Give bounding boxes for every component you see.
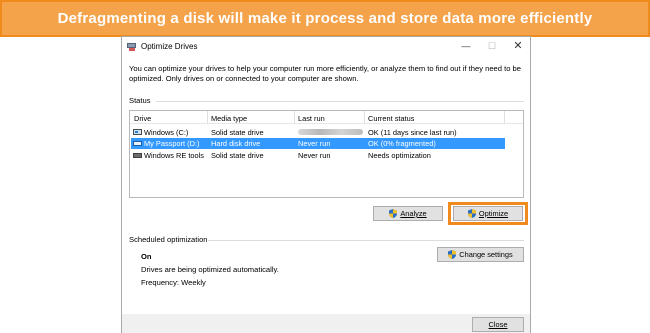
change-settings-label: Change settings xyxy=(459,250,513,259)
schedule-description: Drives are being optimized automatically… xyxy=(141,265,279,274)
minimize-button[interactable]: — xyxy=(458,39,474,53)
shield-icon xyxy=(448,250,457,259)
maximize-button[interactable]: ☐ xyxy=(484,39,500,53)
hard-drive-icon xyxy=(133,153,142,158)
drive-media: Solid state drive xyxy=(211,151,264,160)
intro-text: You can optimize your drives to help you… xyxy=(129,64,521,83)
optimize-drives-icon xyxy=(127,43,136,51)
drive-row[interactable]: Windows RE tools Solid state drive Never… xyxy=(131,150,505,161)
shield-icon xyxy=(467,209,476,218)
analyze-button[interactable]: Analyze xyxy=(373,206,443,221)
close-window-button[interactable]: ✕ xyxy=(510,39,526,53)
schedule-frequency: Frequency: Weekly xyxy=(141,278,206,287)
hard-drive-icon xyxy=(133,141,142,146)
callout-banner: Defragmenting a disk will make it proces… xyxy=(0,0,650,37)
analyze-label: Analyze xyxy=(400,209,427,218)
drive-name: Windows (C:) xyxy=(144,128,189,137)
drive-media: Hard disk drive xyxy=(211,139,261,148)
drives-list-header: Drive Media type Last run Current status xyxy=(130,111,523,124)
os-drive-icon xyxy=(133,129,142,135)
last-run-redacted xyxy=(298,129,363,135)
column-current-status[interactable]: Current status xyxy=(368,114,414,123)
column-media-type[interactable]: Media type xyxy=(211,114,247,123)
scheduled-label: Scheduled optimization xyxy=(129,235,208,244)
column-divider xyxy=(504,111,505,124)
drive-last-run: Never run xyxy=(298,139,331,148)
column-divider xyxy=(207,111,208,124)
column-last-run[interactable]: Last run xyxy=(298,114,325,123)
drive-status: Needs optimization xyxy=(368,151,431,160)
optimize-button[interactable]: Optimize xyxy=(453,206,523,221)
status-divider xyxy=(156,101,524,102)
close-button[interactable]: Close xyxy=(472,317,524,332)
drive-media: Solid state drive xyxy=(211,128,264,137)
column-divider xyxy=(364,111,365,124)
drive-last-run: Never run xyxy=(298,151,331,160)
shield-icon xyxy=(389,209,398,218)
column-divider xyxy=(294,111,295,124)
change-settings-button[interactable]: Change settings xyxy=(437,247,524,262)
drive-row[interactable]: Windows (C:) Solid state drive OK (11 da… xyxy=(131,127,505,138)
optimize-drives-window: Optimize Drives — ☐ ✕ You can optimize y… xyxy=(121,36,531,333)
close-label: Close xyxy=(488,320,508,329)
drive-status: OK (0% fragmented) xyxy=(368,139,436,148)
optimize-label: Optimize xyxy=(478,209,509,218)
status-label: Status xyxy=(129,96,151,105)
drive-name: My Passport (D:) xyxy=(144,139,200,148)
window-title: Optimize Drives xyxy=(141,42,198,51)
drives-list[interactable]: Drive Media type Last run Current status… xyxy=(129,110,524,198)
footer-bar xyxy=(122,314,530,333)
drive-name: Windows RE tools xyxy=(144,151,204,160)
title-bar: Optimize Drives — ☐ ✕ xyxy=(122,37,530,57)
column-drive[interactable]: Drive xyxy=(134,114,151,123)
scheduled-divider xyxy=(208,240,524,241)
schedule-state: On xyxy=(141,252,152,261)
drive-status: OK (11 days since last run) xyxy=(368,128,457,137)
drive-row-selected[interactable]: My Passport (D:) Hard disk drive Never r… xyxy=(131,138,505,149)
banner-text: Defragmenting a disk will make it proces… xyxy=(57,10,593,27)
